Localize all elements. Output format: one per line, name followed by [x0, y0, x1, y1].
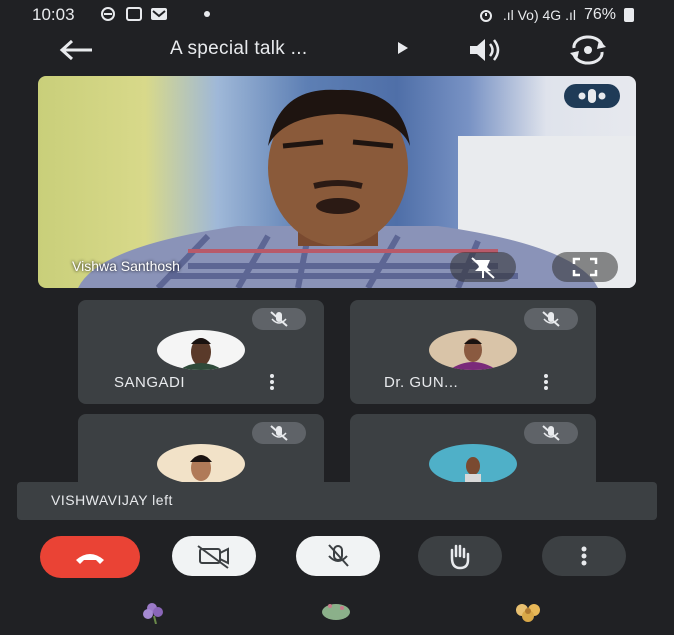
- more-options-button[interactable]: [542, 536, 626, 576]
- blossom-icon[interactable]: [508, 598, 548, 624]
- more-vertical-icon: [270, 374, 274, 378]
- mic-off-icon: [270, 311, 288, 327]
- status-right: .ıl Vo) 4G .ıl 76%: [477, 6, 634, 24]
- more-vertical-icon: [544, 374, 548, 378]
- status-bar: 10:03 .ıl Vo) 4G .ıl 76%: [0, 0, 674, 30]
- mic-off-icon: [270, 425, 288, 441]
- main-video-tile[interactable]: Vishwa Santhosh: [38, 76, 636, 288]
- gmail-icon: [151, 8, 167, 20]
- end-call-icon: [76, 554, 104, 564]
- mic-off-indicator: [252, 422, 306, 444]
- meeting-title[interactable]: A special talk ...: [170, 38, 307, 60]
- notification-icons: [100, 7, 210, 21]
- participant-video: [78, 89, 636, 288]
- more-horizontal-icon: [578, 89, 606, 103]
- call-controls: [0, 536, 674, 578]
- avatar: [157, 444, 245, 484]
- avatar: [429, 444, 517, 484]
- mic-off-indicator: [252, 308, 306, 330]
- participant-name: SANGADI: [114, 374, 186, 391]
- flower-icon[interactable]: [134, 598, 174, 624]
- mic-off-icon: [328, 544, 349, 567]
- participant-menu-button[interactable]: [264, 372, 280, 394]
- mic-toggle-button[interactable]: [296, 536, 380, 576]
- activity-button[interactable]: [564, 84, 620, 108]
- back-button[interactable]: [58, 38, 98, 62]
- mic-off-indicator: [524, 422, 578, 444]
- fullscreen-icon: [572, 257, 598, 277]
- unpin-button[interactable]: [450, 252, 516, 282]
- message-icon: [126, 7, 142, 21]
- battery-percent: 76%: [583, 6, 616, 23]
- fullscreen-button[interactable]: [552, 252, 618, 282]
- participant-tile[interactable]: Dr. GUN...: [350, 300, 596, 404]
- mic-off-indicator: [524, 308, 578, 330]
- notification-toast: VISHWAVIJAY left: [17, 482, 657, 520]
- mic-off-icon: [542, 311, 560, 327]
- do-not-disturb-icon: [101, 7, 115, 21]
- participant-menu-button[interactable]: [538, 372, 554, 394]
- alarm-icon: [479, 10, 492, 22]
- participant-name: Dr. GUN...: [384, 374, 459, 391]
- unpin-icon: [471, 257, 495, 279]
- mic-off-icon: [542, 425, 560, 441]
- participant-tile[interactable]: SANGADI: [78, 300, 324, 404]
- toast-text: VISHWAVIJAY left: [51, 492, 173, 508]
- arrow-left-icon: [59, 39, 92, 61]
- speaker-button[interactable]: [466, 36, 506, 64]
- camera-toggle-button[interactable]: [172, 536, 256, 576]
- notification-dot-icon: [204, 11, 210, 17]
- status-time: 10:03: [32, 5, 75, 24]
- avatar: [429, 330, 517, 370]
- more-vertical-icon: [581, 546, 587, 566]
- camera-off-icon: [197, 545, 229, 569]
- raise-hand-button[interactable]: [418, 536, 502, 576]
- network-indicator: .ıl Vo) 4G .ıl: [502, 7, 576, 23]
- switch-camera-button[interactable]: [566, 34, 610, 66]
- meeting-header: A special talk ...: [0, 30, 674, 70]
- title-expand-icon[interactable]: [398, 42, 408, 54]
- battery-icon: [624, 8, 634, 22]
- avatar: [157, 330, 245, 370]
- end-call-button[interactable]: [40, 536, 140, 578]
- switch-camera-icon: [570, 35, 606, 65]
- navigation-bar: [0, 598, 674, 628]
- cactus-icon[interactable]: [316, 598, 356, 624]
- raise-hand-icon: [450, 544, 470, 570]
- speaker-icon: [470, 39, 500, 61]
- main-participant-name: Vishwa Santhosh: [72, 258, 180, 274]
